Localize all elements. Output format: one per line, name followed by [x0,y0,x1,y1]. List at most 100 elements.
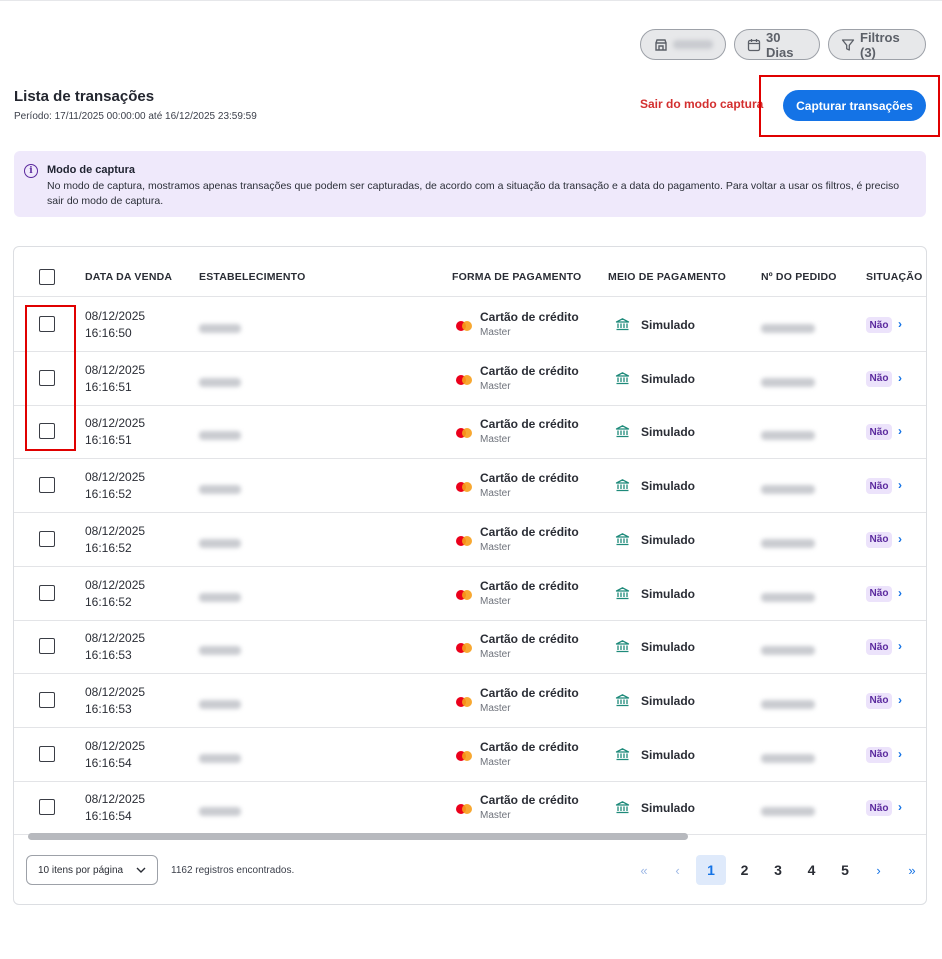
chevron-right-icon[interactable]: › [898,693,902,707]
table-row[interactable]: 08/12/2025 16:16:54 Cartão de crédito Maste… [14,781,926,836]
select-all-checkbox[interactable] [39,269,55,285]
sale-datetime: 08/12/2025 16:16:53 [85,630,145,664]
next-page-icon[interactable]: › [864,855,894,885]
table-row[interactable]: 08/12/2025 16:16:53 Cartão de crédito Maste… [14,620,926,675]
payment-method: Simulado [641,532,696,547]
payment-form: Cartão de crédito [480,471,579,486]
column-header-payment-method[interactable]: MEIO DE PAGAMENTO [608,271,726,283]
row-checkbox[interactable] [39,745,55,762]
chevron-right-icon[interactable]: › [898,747,902,761]
calendar-icon [747,38,761,52]
status-badge: Não [866,317,892,333]
row-checkbox[interactable] [39,477,55,494]
payment-form: Cartão de crédito [480,363,579,378]
page-button-1[interactable]: 1 [696,855,726,885]
records-found-text: 1162 registros encontrados. [171,865,295,876]
status-badge: Não [866,370,892,387]
column-header-date[interactable]: DATA DA VENDA [85,271,172,283]
horizontal-scrollbar[interactable] [28,833,688,840]
store-name-blurred [672,40,713,49]
mastercard-icon [456,535,472,546]
sale-time: 16:16:52 [85,594,132,609]
last-page-icon[interactable]: » [897,855,926,885]
previous-page-icon[interactable]: ‹ [663,855,693,885]
chevron-right-icon[interactable]: › [898,800,902,814]
status-badge: Não [866,692,892,709]
payment-form: Cartão de crédito [480,417,579,432]
row-checkbox[interactable] [39,799,55,816]
row-checkbox[interactable] [39,584,55,601]
mastercard-icon [456,428,472,439]
first-page-icon[interactable]: « [629,855,659,885]
column-header-establishment[interactable]: ESTABELECIMENTO [199,271,305,283]
sale-datetime: 08/12/2025 16:16:52 [85,523,145,557]
establishment-blurred [199,750,241,768]
bank-icon [615,747,630,762]
chevron-right-icon[interactable]: › [898,639,902,653]
order-number-blurred [761,750,815,768]
chevron-right-icon[interactable]: › [898,586,902,600]
payment-form: Cartão de crédito [480,632,579,647]
mastercard-icon [456,750,472,761]
row-checkbox[interactable] [39,691,55,708]
mastercard-icon [456,696,472,707]
period-filter-chip[interactable]: 30 Dias [734,29,820,60]
bank-icon [615,800,630,815]
order-number-blurred [761,642,815,660]
table-row[interactable]: 08/12/2025 16:16:53 Cartão de crédito Maste… [14,674,926,728]
page-button-3[interactable]: 3 [763,855,793,885]
payment-method: Simulado [641,318,696,332]
establishment-blurred [199,320,241,338]
chevron-right-icon[interactable]: › [898,317,902,331]
sale-time: 16:16:53 [85,648,132,663]
table-row[interactable]: 08/12/2025 16:16:54 Cartão de crédito Maste… [14,728,926,782]
table-row[interactable]: 08/12/2025 16:16:51 Cartão de crédito Maste… [14,405,926,460]
payment-method: Simulado [641,640,696,655]
page-button-4[interactable]: 4 [797,855,827,885]
column-header-status[interactable]: SITUAÇÃO [866,271,922,283]
chevron-right-icon[interactable]: › [898,424,902,438]
table-row[interactable]: 08/12/2025 16:16:52 Cartão de crédito Maste… [14,513,926,567]
chevron-right-icon[interactable]: › [898,532,902,546]
exit-capture-mode-link[interactable]: Sair do modo captura [640,97,763,111]
capture-transactions-button[interactable]: Capturar transações [783,90,926,121]
status-badge: Não [866,585,892,602]
table-row[interactable]: 08/12/2025 16:16:52 Cartão de crédito Maste… [14,567,926,621]
filters-chip[interactable]: Filtros (3) [828,29,926,60]
sale-time: 16:16:50 [85,326,132,340]
card-brand: Master [480,380,511,392]
status-badge: Não [866,639,892,656]
order-number-blurred [761,535,815,553]
sale-date: 08/12/2025 [85,309,146,323]
order-number-blurred [761,481,815,499]
card-brand: Master [480,327,511,338]
table-row[interactable]: 08/12/2025 16:16:50 Cartão de crédito Maste… [14,298,926,352]
checkbox-highlight [25,305,76,451]
table-row[interactable]: 08/12/2025 16:16:52 Cartão de crédito Maste… [14,459,926,514]
payment-form: Cartão de crédito [480,578,579,593]
bank-icon [615,478,630,493]
page-button-5[interactable]: 5 [830,855,860,885]
bank-icon [615,371,630,386]
sale-date: 08/12/2025 [85,470,146,485]
chevron-right-icon[interactable]: › [898,478,902,492]
column-header-order-number[interactable]: Nº DO PEDIDO [761,271,837,283]
mastercard-icon [456,482,472,493]
page-button-2[interactable]: 2 [730,855,760,885]
status-badge: Não [866,478,892,495]
table-row[interactable]: 08/12/2025 16:16:51 Cartão de crédito Maste… [14,352,926,406]
store-filter-chip[interactable] [640,29,726,60]
chevron-right-icon[interactable]: › [898,371,902,385]
establishment-blurred [199,803,241,821]
bank-icon [615,693,630,708]
sale-date: 08/12/2025 [85,577,146,592]
column-header-payment-form[interactable]: FORMA DE PAGAMENTO [452,271,581,283]
sale-date: 08/12/2025 [85,362,146,377]
row-checkbox[interactable] [39,530,55,547]
payment-method: Simulado [641,586,696,601]
row-checkbox[interactable] [39,638,55,655]
items-per-page-select[interactable]: 10 itens por página [26,855,158,885]
status-badge: Não [866,746,892,763]
payment-method: Simulado [641,479,696,494]
bank-icon [615,586,630,601]
